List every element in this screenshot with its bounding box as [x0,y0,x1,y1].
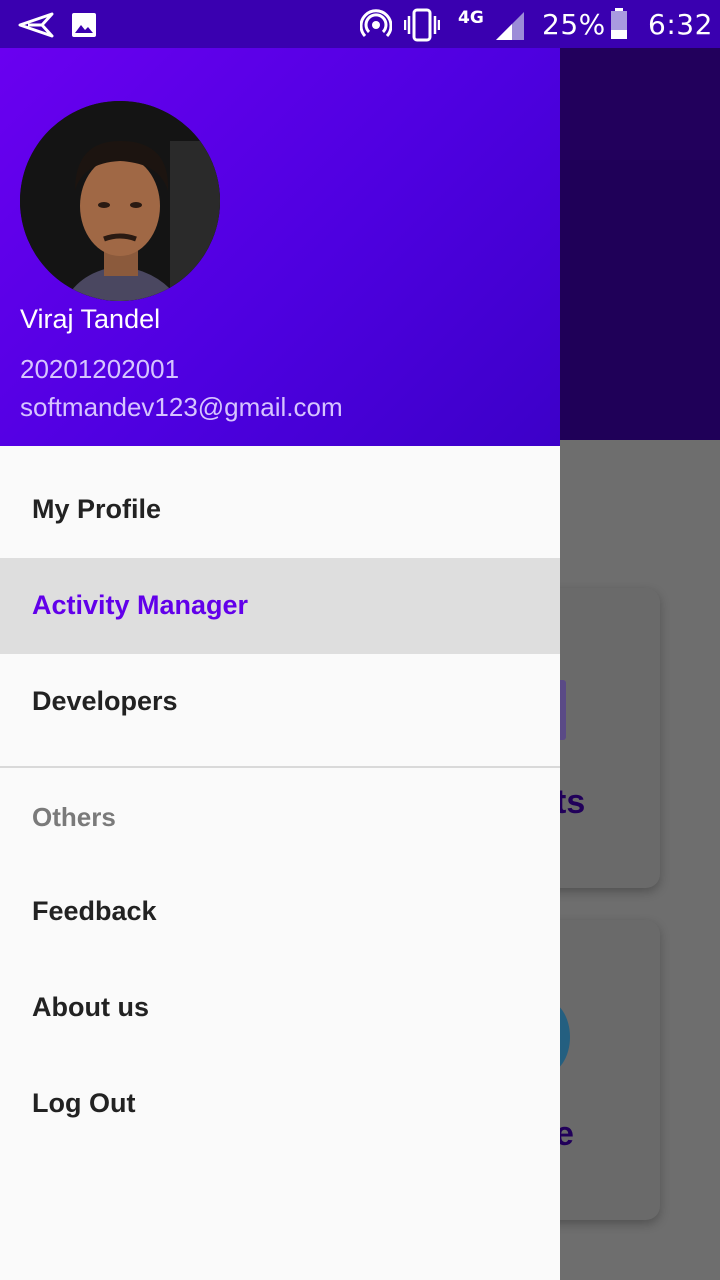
menu-item-label: Feedback [32,896,157,926]
profile-photo [20,101,220,301]
signal-icon [496,12,524,40]
menu-item-feedback[interactable]: Feedback [0,864,560,960]
menu-item-about-us[interactable]: About us [0,960,560,1056]
send-icon [18,12,54,38]
menu-item-label: Activity Manager [32,590,249,620]
menu-item-my-profile[interactable]: My Profile [0,462,560,558]
drawer-header: Viraj Tandel 20201202001 softmandev123@g… [0,48,560,446]
menu-item-label: My Profile [32,494,162,524]
battery-percent: 25% [542,8,606,41]
hotspot-icon [360,9,392,38]
menu-item-label: Log Out [32,1088,136,1118]
network-type: 4G [458,8,484,28]
avatar[interactable] [20,101,220,301]
menu-item-log-out[interactable]: Log Out [0,1056,560,1152]
user-name: Viraj Tandel [20,304,161,334]
menu-item-developers[interactable]: Developers [0,654,560,750]
menu-item-label: Developers [32,686,178,716]
battery-icon [611,8,627,39]
menu-divider [0,766,560,768]
status-bar: 4G 25% 6:32 [0,0,720,48]
vibrate-icon [404,8,440,42]
menu-item-activity-manager[interactable]: Activity Manager [0,558,560,654]
clock: 6:32 [648,8,713,41]
user-id: 20201202001 [20,354,180,384]
user-email: softmandev123@gmail.com [20,392,343,422]
section-title-others: Others [32,802,116,832]
menu-item-label: About us [32,992,149,1022]
navigation-drawer: Viraj Tandel 20201202001 softmandev123@g… [0,48,560,1280]
image-icon [72,13,96,37]
